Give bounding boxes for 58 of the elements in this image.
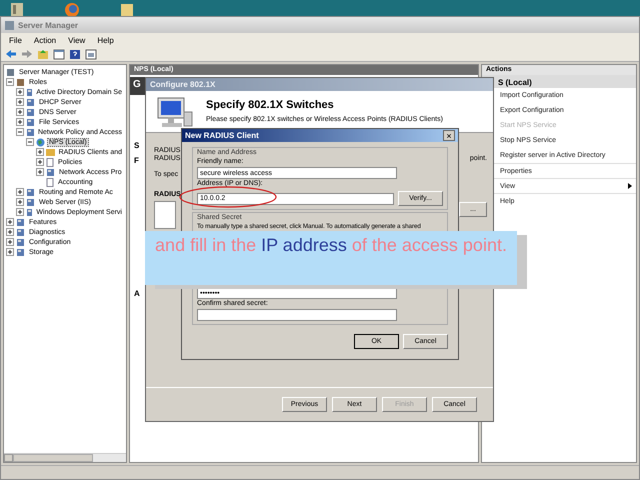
- horizontal-scrollbar[interactable]: [4, 453, 126, 462]
- folder-icon[interactable]: [120, 2, 134, 16]
- console-icon[interactable]: [53, 48, 65, 60]
- node-icon: [16, 218, 25, 226]
- node-icon: [26, 188, 35, 196]
- node-icon: [26, 198, 35, 206]
- pane-banner: G: [130, 77, 146, 95]
- expand-icon[interactable]: [6, 238, 16, 246]
- menu-item[interactable]: View: [68, 36, 86, 44]
- node-icon: [46, 168, 55, 176]
- expand-icon[interactable]: [36, 148, 46, 156]
- submenu-arrow-icon: [628, 183, 632, 189]
- node-icon: [26, 118, 35, 126]
- section-title: A: [133, 288, 141, 300]
- console-icon[interactable]: [85, 48, 97, 60]
- expand-icon[interactable]: [6, 248, 16, 256]
- expand-icon[interactable]: [16, 98, 26, 106]
- menu-item[interactable]: File: [9, 36, 22, 44]
- expand-icon[interactable]: [16, 108, 26, 116]
- expand-icon[interactable]: [16, 88, 26, 96]
- expand-icon[interactable]: [6, 218, 16, 226]
- building-icon[interactable]: [10, 2, 24, 16]
- expand-icon[interactable]: [16, 198, 26, 206]
- globe-icon: [36, 138, 45, 146]
- menu-item[interactable]: Help: [97, 36, 114, 44]
- menu-item[interactable]: Action: [34, 36, 56, 44]
- section-title: S: [133, 140, 140, 152]
- document-icon: [46, 158, 54, 166]
- expand-icon[interactable]: [36, 158, 46, 166]
- expand-icon[interactable]: [6, 228, 16, 236]
- expand-icon[interactable]: [36, 168, 46, 176]
- node-icon: [26, 98, 35, 106]
- list-box[interactable]: [154, 201, 176, 229]
- close-button[interactable]: ×: [443, 130, 455, 141]
- wizard-heading: Specify 802.1X Switches: [206, 99, 335, 111]
- caption-text: and fill in the IP address of the access point.: [145, 231, 517, 285]
- window-title: Server Manager: [18, 20, 78, 30]
- section-title: F: [133, 155, 140, 167]
- node-icon: [16, 228, 25, 236]
- collapse-icon[interactable]: [6, 78, 16, 86]
- expand-icon[interactable]: [16, 118, 26, 126]
- password-field[interactable]: [197, 309, 397, 321]
- node-icon: [16, 238, 25, 246]
- actions-section[interactable]: S (Local): [482, 75, 636, 88]
- dialog-title: New RADIUS Client: [185, 131, 259, 140]
- collapse-icon[interactable]: [26, 138, 36, 146]
- collapse-icon[interactable]: [16, 128, 26, 136]
- roles-icon: [16, 78, 25, 86]
- node-icon: [26, 108, 35, 116]
- expand-icon[interactable]: [16, 188, 26, 196]
- dialog-title: Configure 802.1X: [146, 78, 493, 91]
- help-icon[interactable]: [69, 48, 81, 60]
- server-icon: [6, 68, 15, 76]
- app-icon: [5, 20, 14, 30]
- document-icon: [46, 178, 54, 186]
- node-icon: [16, 248, 25, 256]
- expand-icon[interactable]: [16, 208, 26, 216]
- back-icon[interactable]: [5, 49, 17, 59]
